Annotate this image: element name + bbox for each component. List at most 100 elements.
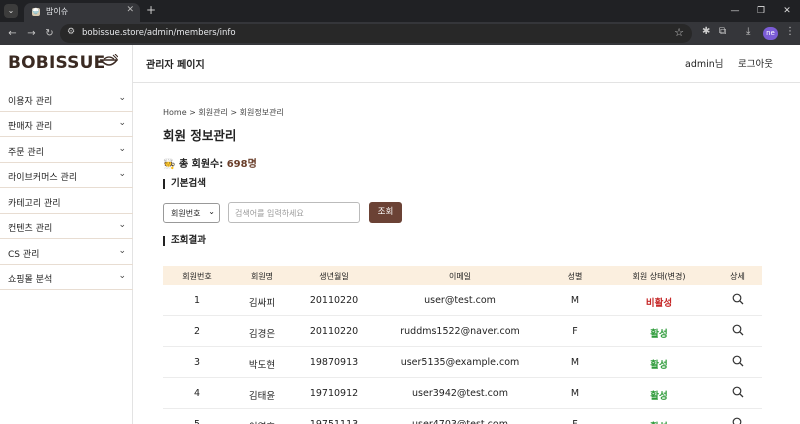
table-row: 4 김태윤 19710912 user3942@test.com M 활성 bbox=[163, 378, 762, 409]
status-toggle[interactable]: 활성 bbox=[605, 357, 713, 371]
column-header: 회원번호 bbox=[182, 272, 212, 281]
sidebar-item-orders[interactable]: 주문 관리 ⌄ bbox=[0, 138, 133, 163]
chevron-down-icon: ⌄ bbox=[118, 118, 126, 128]
cell-id: 3 bbox=[193, 357, 201, 368]
sidebar-item-users[interactable]: 이용자 관리 ⌄ bbox=[0, 87, 133, 112]
logo-area[interactable]: BOBISSUE bbox=[0, 45, 133, 83]
chevron-down-icon: ⌄ bbox=[118, 271, 126, 281]
sidebar-item-cs[interactable]: CS 관리 ⌄ bbox=[0, 240, 133, 265]
bookmark-star-icon[interactable]: ☆ bbox=[674, 26, 684, 39]
breadcrumb-current: 회원정보관리 bbox=[239, 108, 284, 117]
search-icon[interactable] bbox=[731, 385, 745, 399]
cell-birth: 19870913 bbox=[309, 357, 359, 368]
column-header: 생년월일 bbox=[319, 272, 349, 281]
column-header: 상세 bbox=[730, 272, 745, 281]
window-controls: — ❐ ✕ bbox=[722, 0, 800, 22]
member-count: 🧑‍🍳 총 회원수: 698명 bbox=[163, 155, 257, 170]
cell-email: user@test.com bbox=[424, 295, 496, 306]
status-toggle[interactable]: 비활성 bbox=[605, 295, 713, 309]
chevron-down-icon: ⌄ bbox=[118, 93, 126, 103]
member-count-label: 총 회원수: bbox=[178, 159, 224, 170]
logo-text[interactable]: BOBISSUE bbox=[8, 53, 105, 73]
tab-close-icon[interactable]: ✕ bbox=[126, 5, 134, 15]
search-icon[interactable] bbox=[731, 416, 745, 424]
cell-name: 김싸피 bbox=[248, 298, 276, 309]
cell-name: 김경은 bbox=[248, 329, 276, 340]
new-tab-button[interactable]: + bbox=[146, 3, 156, 17]
status-toggle[interactable]: 활성 bbox=[605, 419, 713, 424]
cell-email: user4703@test.com bbox=[375, 419, 545, 424]
tab-title: 밥이슈 bbox=[46, 7, 69, 16]
download-icon[interactable]: ⤓ bbox=[746, 26, 750, 37]
table-row: 1 김싸피 20110220 user@test.com M 비활성 bbox=[163, 285, 762, 316]
address-bar[interactable]: ⚙ bobissue.store/admin/members/info ☆ bbox=[60, 24, 692, 43]
favicon-icon: 🍚 bbox=[32, 8, 40, 16]
sidebar-item-live-commerce[interactable]: 라이브커머스 관리 ⌄ bbox=[0, 163, 133, 188]
cell-gender: M bbox=[570, 295, 580, 306]
profile-avatar[interactable]: ne bbox=[763, 27, 778, 40]
table-row: 5이영호19751113user4703@test.comF활성 bbox=[163, 409, 762, 424]
table-header: 회원번호 회원명 생년월일 이메일 성별 회원 상태(변경) 상세 bbox=[163, 266, 762, 285]
menu-kebab-icon[interactable]: ⋮ bbox=[785, 26, 795, 37]
cell-birth: 20110220 bbox=[309, 326, 359, 337]
browser-tab-bar: ⌄ 🍚 밥이슈 ✕ + — ❐ ✕ bbox=[0, 0, 800, 22]
page-heading: 관리자 페이지 bbox=[146, 60, 205, 71]
breadcrumb-separator: > bbox=[230, 108, 240, 117]
cell-email: user5135@example.com bbox=[400, 357, 520, 368]
search-icon[interactable] bbox=[731, 323, 745, 337]
breadcrumb-home[interactable]: Home bbox=[163, 108, 187, 117]
main-content: Home > 회원관리 > 회원정보관리 회원 정보관리 🧑‍🍳 총 회원수: … bbox=[133, 83, 800, 424]
sidebar-item-category[interactable]: 카테고리 관리 bbox=[0, 189, 133, 214]
status-toggle[interactable]: 활성 bbox=[605, 326, 713, 340]
extension-icon[interactable]: ✱ bbox=[702, 26, 710, 37]
breadcrumb: Home > 회원관리 > 회원정보관리 bbox=[163, 107, 284, 118]
table-row: 2 김경은 20110220 ruddms1522@naver.com F 활성 bbox=[163, 316, 762, 347]
bowl-logo-icon bbox=[100, 54, 118, 66]
chevron-down-icon: ⌄ bbox=[118, 246, 126, 256]
reload-button[interactable]: ↻ bbox=[42, 26, 57, 41]
column-header: 회원명 bbox=[250, 272, 274, 281]
page-title: 회원 정보관리 bbox=[163, 128, 237, 143]
column-header: 성별 bbox=[567, 272, 583, 281]
sidebar-item-label: 컨텐츠 관리 bbox=[8, 224, 53, 234]
cell-id: 1 bbox=[193, 295, 201, 306]
status-toggle[interactable]: 활성 bbox=[605, 388, 713, 402]
search-input[interactable]: 검색어를 입력하세요 bbox=[228, 202, 360, 223]
forward-button[interactable]: → bbox=[24, 26, 39, 41]
search-button[interactable]: 조회 bbox=[369, 202, 402, 223]
url-text[interactable]: bobissue.store/admin/members/info bbox=[82, 28, 236, 38]
search-field-select[interactable]: 회원번호 ⌄ bbox=[163, 203, 220, 223]
sidebar-item-label: 라이브커머스 관리 bbox=[8, 173, 78, 183]
search-icon[interactable] bbox=[731, 354, 745, 368]
column-header: 이메일 bbox=[448, 272, 472, 281]
browser-tab[interactable]: 🍚 밥이슈 ✕ bbox=[24, 3, 140, 22]
cell-birth: 19751113 bbox=[293, 419, 375, 424]
cell-email: user3942@test.com bbox=[412, 388, 508, 399]
site-info-icon[interactable]: ⚙ bbox=[67, 27, 75, 37]
top-header: 관리자 페이지 admin님 로그아웃 bbox=[133, 45, 800, 83]
cell-name: 이영호 bbox=[231, 419, 293, 424]
sidebar-item-label: 이용자 관리 bbox=[8, 97, 53, 107]
cell-name: 김태윤 bbox=[248, 391, 276, 402]
sidebar-item-content[interactable]: 컨텐츠 관리 ⌄ bbox=[0, 214, 133, 239]
cell-name: 박도현 bbox=[248, 360, 276, 371]
chevron-down-icon: ⌄ bbox=[208, 207, 215, 216]
cell-email: ruddms1522@naver.com bbox=[400, 326, 520, 337]
sidebar-item-sellers[interactable]: 판매자 관리 ⌄ bbox=[0, 112, 133, 137]
logout-button[interactable]: 로그아웃 bbox=[738, 56, 773, 70]
minimize-button[interactable]: — bbox=[722, 0, 748, 22]
maximize-button[interactable]: ❐ bbox=[748, 0, 774, 22]
extensions-puzzle-icon[interactable]: ⧉ bbox=[719, 26, 726, 37]
basic-search-label: 기본검색 bbox=[163, 179, 206, 189]
search-icon[interactable] bbox=[731, 292, 745, 306]
chevron-down-icon: ⌄ bbox=[118, 220, 126, 230]
close-window-button[interactable]: ✕ bbox=[774, 0, 800, 22]
person-icon: 🧑‍🍳 bbox=[163, 159, 176, 170]
cell-birth: 20110220 bbox=[309, 295, 359, 306]
sidebar-item-label: CS 관리 bbox=[8, 250, 40, 260]
sidebar-item-label: 판매자 관리 bbox=[8, 122, 53, 132]
tab-search-button[interactable]: ⌄ bbox=[4, 4, 18, 18]
breadcrumb-members[interactable]: 회원관리 bbox=[198, 108, 227, 117]
back-button[interactable]: ← bbox=[5, 26, 20, 41]
sidebar-item-analytics[interactable]: 쇼핑몰 분석 ⌄ bbox=[0, 265, 133, 290]
